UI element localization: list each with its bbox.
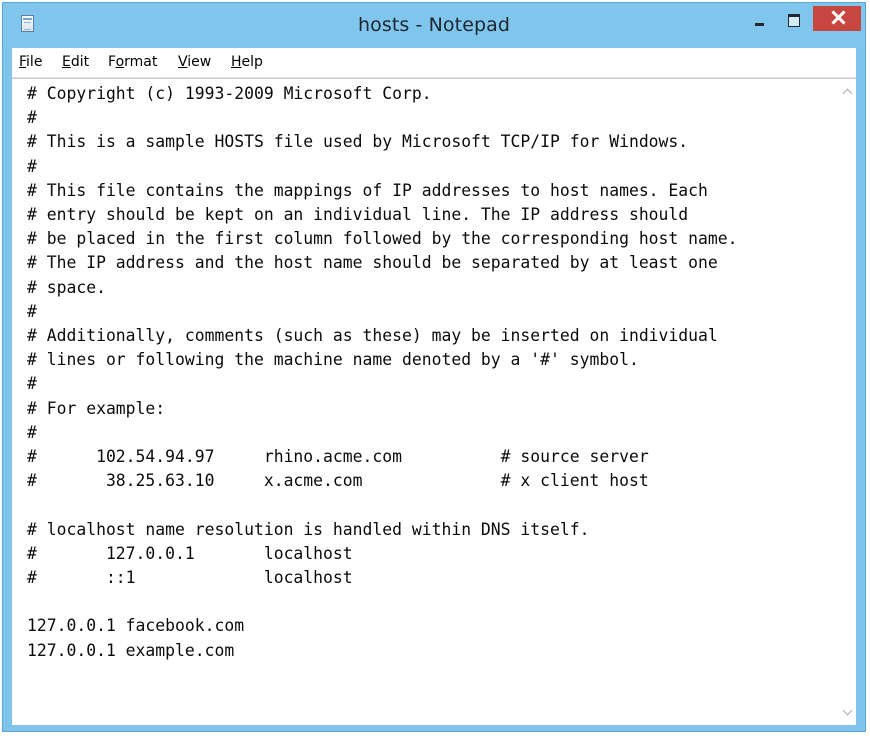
scroll-up-icon[interactable]	[842, 87, 852, 97]
menu-bar: File Edit Format View Help	[12, 48, 856, 78]
vertical-scrollbar[interactable]	[838, 79, 856, 725]
notepad-window: hosts - Notepad File Edit Format View He…	[2, 2, 866, 732]
menu-edit[interactable]: Edit	[62, 54, 89, 70]
close-button[interactable]	[813, 6, 861, 31]
text-editor[interactable]: # Copyright (c) 1993-2009 Microsoft Corp…	[12, 78, 856, 725]
document-text[interactable]: # Copyright (c) 1993-2009 Microsoft Corp…	[27, 82, 837, 722]
scroll-down-icon[interactable]	[842, 707, 852, 717]
minimize-button[interactable]	[746, 7, 774, 35]
menu-view[interactable]: View	[178, 54, 211, 70]
menu-help[interactable]: Help	[231, 54, 263, 70]
window-title: hosts - Notepad	[357, 14, 511, 36]
close-icon	[831, 10, 845, 24]
title-bar[interactable]: hosts - Notepad	[3, 3, 865, 47]
menu-format[interactable]: Format	[108, 54, 157, 70]
maximize-button[interactable]	[779, 7, 809, 35]
menu-file[interactable]: File	[19, 54, 42, 70]
